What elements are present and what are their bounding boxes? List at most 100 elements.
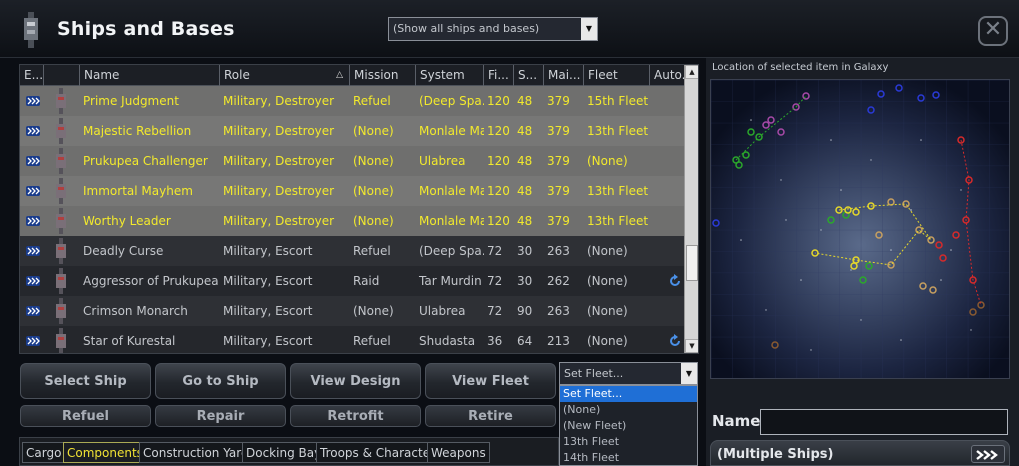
chevron-down-icon[interactable]: ▼ <box>681 363 697 384</box>
cell-name: Immortal Mayhem <box>83 184 193 198</box>
tab-construction-yards[interactable]: Construction Yards <box>139 442 259 463</box>
column-header-fleet[interactable]: Fleet <box>584 65 650 86</box>
cell-fi: 120 <box>487 94 510 108</box>
cell-fi: 120 <box>487 184 510 198</box>
ship-icon <box>56 178 66 204</box>
column-header-name[interactable]: Name <box>80 65 220 86</box>
detail-tabs: Cargo Components Construction Yards Dock… <box>19 437 559 466</box>
expand-arrows-icon[interactable] <box>26 126 40 136</box>
table-row[interactable]: Immortal Mayhem Military, Destroyer (None)… <box>20 176 684 206</box>
name-input[interactable] <box>760 409 1008 435</box>
expand-arrows-icon[interactable] <box>26 276 40 286</box>
selection-header: (Multiple Ships) <box>710 440 1010 466</box>
column-header-auto[interactable]: Auto... <box>650 65 684 86</box>
table-scrollbar[interactable]: ▲ ▼ <box>684 65 698 353</box>
expand-arrows-icon[interactable] <box>26 246 40 256</box>
cell-fi: 72 <box>487 244 503 258</box>
ship-icon <box>56 208 66 234</box>
cell-role: Military, Escort <box>223 244 313 258</box>
cell-fleet: 13th Fleet <box>587 124 649 138</box>
scroll-down-icon[interactable]: ▼ <box>685 339 698 353</box>
fleet-option[interactable]: Set Fleet... <box>560 386 697 402</box>
column-header-mai[interactable]: Mai... <box>544 65 584 86</box>
view-fleet-button[interactable]: View Fleet <box>425 363 556 399</box>
table-row[interactable]: Star of Kurestal Military, Escort Refuel Sh… <box>20 326 684 353</box>
column-header-e[interactable]: E... <box>20 65 44 86</box>
ship-filter-value: (Show all ships and bases) <box>393 22 540 35</box>
column-header-icon[interactable] <box>44 65 80 86</box>
expand-arrows-icon[interactable] <box>26 96 40 106</box>
cell-mission: Refuel <box>353 244 391 258</box>
cell-name: Deadly Curse <box>83 244 164 258</box>
view-design-button[interactable]: View Design <box>290 363 421 399</box>
ship-emblem-icon <box>24 12 38 48</box>
table-row[interactable]: Deadly Curse Military, Escort Refuel (Deep … <box>20 236 684 266</box>
column-header-fi[interactable]: Fi... <box>484 65 514 86</box>
cell-system: Monlale Ma... <box>419 214 484 228</box>
cell-fleet: 13th Fleet <box>587 214 649 228</box>
auto-cycle-icon[interactable] <box>668 334 682 348</box>
cell-role: Military, Escort <box>223 334 313 348</box>
cell-mai: 213 <box>547 334 570 348</box>
sort-ascending-icon: △ <box>336 70 343 80</box>
scroll-up-icon[interactable]: ▲ <box>685 65 698 79</box>
repair-button[interactable]: Repair <box>155 405 286 427</box>
table-row[interactable]: Crimson Monarch Military, Escort (None) Ula… <box>20 296 684 326</box>
expand-arrows-icon[interactable] <box>26 186 40 196</box>
cell-mission: (None) <box>353 124 394 138</box>
column-header-system[interactable]: System <box>416 65 484 86</box>
galaxy-map-label: Location of selected item in Galaxy <box>712 62 889 73</box>
cell-s: 90 <box>517 304 533 318</box>
cell-fleet: (None) <box>587 154 628 168</box>
cell-s: 64 <box>517 334 533 348</box>
column-header-s[interactable]: S... <box>514 65 544 86</box>
cell-mai: 379 <box>547 184 570 198</box>
close-button[interactable]: ✕ <box>978 16 1008 46</box>
fleet-option[interactable]: (New Fleet) <box>560 418 697 434</box>
cell-mission: Refuel <box>353 94 391 108</box>
cell-system: Ulabrea <box>419 304 466 318</box>
refuel-button[interactable]: Refuel <box>20 405 151 427</box>
cell-role: Military, Destroyer <box>223 94 335 108</box>
multi-ship-arrows-icon[interactable] <box>971 445 1005 463</box>
expand-arrows-icon[interactable] <box>26 216 40 226</box>
table-row[interactable]: Worthy Leader Military, Destroyer (None) Mo… <box>20 206 684 236</box>
expand-arrows-icon[interactable] <box>26 336 40 346</box>
expand-arrows-icon[interactable] <box>26 156 40 166</box>
ship-icon <box>56 88 66 114</box>
cell-mai: 263 <box>547 304 570 318</box>
table-row[interactable]: Aggressor of Prukupea Military, Escort Rai… <box>20 266 684 296</box>
ship-icon <box>56 238 66 264</box>
tab-troops-characters[interactable]: Troops & Characters <box>316 442 446 463</box>
set-fleet-options: Set Fleet... (None) (New Fleet) 13th Fle… <box>559 385 698 466</box>
table-row[interactable]: Majestic Rebellion Military, Destroyer (No… <box>20 116 684 146</box>
cell-fleet: (None) <box>587 304 628 318</box>
retrofit-button[interactable]: Retrofit <box>290 405 421 427</box>
chevron-down-icon[interactable]: ▼ <box>581 18 597 40</box>
expand-arrows-icon[interactable] <box>26 306 40 316</box>
tab-components[interactable]: Components <box>63 442 147 463</box>
set-fleet-dropdown[interactable]: Set Fleet... ▼ <box>559 362 698 385</box>
go-to-ship-button[interactable]: Go to Ship <box>155 363 286 399</box>
fleet-option[interactable]: (None) <box>560 402 697 418</box>
cell-s: 48 <box>517 124 533 138</box>
tab-weapons[interactable]: Weapons <box>427 442 490 463</box>
fleet-option[interactable]: 13th Fleet <box>560 434 697 450</box>
cell-system: Monlale Ma... <box>419 124 484 138</box>
ship-filter-dropdown[interactable]: (Show all ships and bases) ▼ <box>388 17 598 41</box>
galaxy-map[interactable] <box>710 79 1010 379</box>
fleet-option[interactable]: 14th Fleet <box>560 450 697 466</box>
table-body: Prime Judgment Military, Destroyer Refuel (… <box>20 86 684 353</box>
column-header-role-label: Role <box>224 68 250 82</box>
auto-cycle-icon[interactable] <box>668 274 682 288</box>
tab-cargo[interactable]: Cargo <box>22 442 66 463</box>
retire-button[interactable]: Retire <box>425 405 556 427</box>
table-row[interactable]: Prukupea Challenger Military, Destroyer (N… <box>20 146 684 176</box>
scrollbar-thumb[interactable] <box>686 245 698 281</box>
cell-mission: Refuel <box>353 334 391 348</box>
column-header-role[interactable]: Role △ <box>220 65 350 86</box>
column-header-mission[interactable]: Mission <box>350 65 416 86</box>
table-row[interactable]: Prime Judgment Military, Destroyer Refuel (… <box>20 86 684 116</box>
select-ship-button[interactable]: Select Ship <box>20 363 151 399</box>
close-icon: ✕ <box>983 17 1003 42</box>
